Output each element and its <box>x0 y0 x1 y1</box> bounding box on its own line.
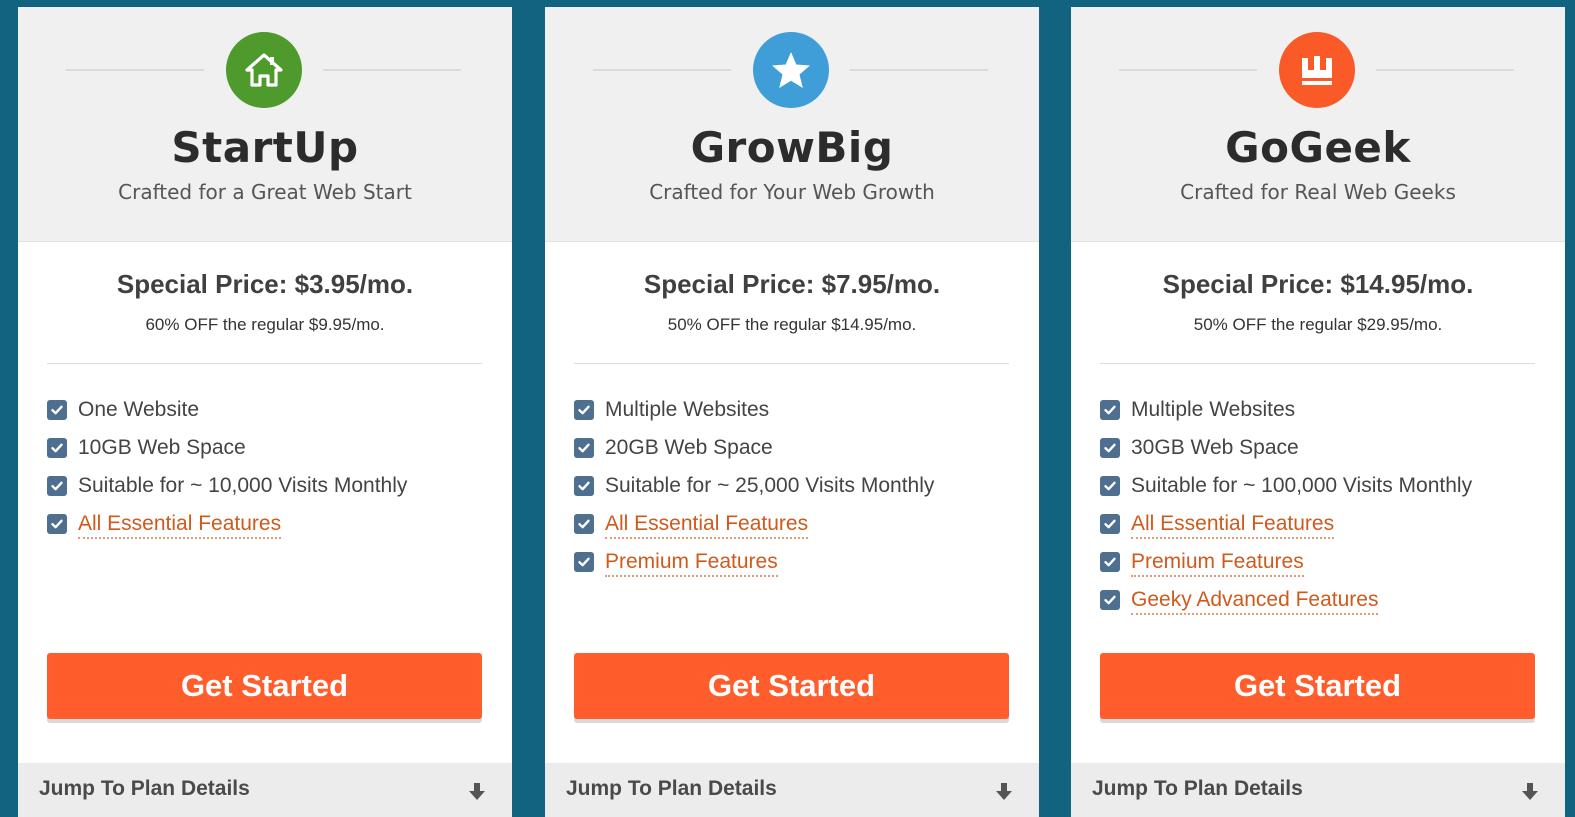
header-divider-right <box>850 69 988 71</box>
feature-link[interactable]: All Essential Features <box>78 511 282 539</box>
checkbox-checked-icon <box>1100 438 1120 458</box>
special-price: Special Price: $14.95/mo. <box>1162 269 1474 299</box>
plan-tagline: Crafted for a Great Web Start <box>118 180 412 204</box>
checkbox-checked-icon <box>47 400 67 420</box>
header-divider-left <box>1119 69 1257 71</box>
discount-note: 60% OFF the regular $9.95/mo. <box>145 315 385 334</box>
checkbox-checked-icon <box>574 552 594 572</box>
arrow-down-icon <box>469 783 485 800</box>
price-divider <box>1100 363 1535 364</box>
checkbox-checked-icon <box>574 438 594 458</box>
feature-item: 20GB Web Space <box>574 435 1014 473</box>
feature-text: Multiple Websites <box>605 398 770 421</box>
plan-tagline: Crafted for Real Web Geeks <box>1180 180 1456 204</box>
feature-text: 30GB Web Space <box>1131 436 1299 459</box>
feature-text: One Website <box>78 398 200 421</box>
feature-text: 10GB Web Space <box>78 436 246 459</box>
feature-item: All Essential Features <box>574 511 1014 549</box>
feature-item: Premium Features <box>574 549 1014 587</box>
feature-link[interactable]: Geeky Advanced Features <box>1131 587 1379 615</box>
checkbox-checked-icon <box>574 400 594 420</box>
feature-item: All Essential Features <box>47 511 487 549</box>
feature-item: 30GB Web Space <box>1100 435 1540 473</box>
feature-item: Suitable for ~ 100,000 Visits Monthly <box>1100 473 1540 511</box>
feature-text: Suitable for ~ 100,000 Visits Monthly <box>1131 474 1473 497</box>
jump-to-plan-details-label: Jump To Plan Details <box>1092 777 1303 800</box>
get-started-button[interactable]: Get Started <box>574 653 1009 719</box>
feature-item: Suitable for ~ 10,000 Visits Monthly <box>47 473 487 511</box>
feature-link[interactable]: All Essential Features <box>1131 511 1335 539</box>
feature-text: 20GB Web Space <box>605 436 773 459</box>
discount-note: 50% OFF the regular $14.95/mo. <box>667 315 917 334</box>
discount-note: 50% OFF the regular $29.95/mo. <box>1193 315 1443 334</box>
feature-item: All Essential Features <box>1100 511 1540 549</box>
plan-card-gogeek: GoGeek Crafted for Real Web Geeks Specia… <box>1071 7 1565 817</box>
get-started-button[interactable]: Get Started <box>47 653 482 719</box>
checkbox-checked-icon <box>1100 476 1120 496</box>
feature-link[interactable]: All Essential Features <box>605 511 809 539</box>
plan-header: StartUp Crafted for a Great Web Start <box>18 7 512 242</box>
plan-card-growbig: GrowBig Crafted for Your Web Growth Spec… <box>545 7 1039 817</box>
plan-tagline: Crafted for Your Web Growth <box>649 180 935 204</box>
house-icon <box>226 32 302 108</box>
header-divider-right <box>1376 69 1514 71</box>
feature-item: Geeky Advanced Features <box>1100 587 1540 625</box>
feature-text: Suitable for ~ 25,000 Visits Monthly <box>605 474 935 497</box>
star-icon <box>753 32 829 108</box>
special-price: Special Price: $7.95/mo. <box>643 269 941 299</box>
feature-link[interactable]: Premium Features <box>1131 549 1304 577</box>
header-divider-right <box>323 69 461 71</box>
feature-list: One Website 10GB Web Space Suitable for ~ … <box>47 397 487 549</box>
checkbox-checked-icon <box>1100 514 1120 534</box>
checkbox-checked-icon <box>574 514 594 534</box>
feature-item: One Website <box>47 397 487 435</box>
header-divider-left <box>66 69 204 71</box>
plan-header: GoGeek Crafted for Real Web Geeks <box>1071 7 1565 242</box>
get-started-button[interactable]: Get Started <box>1100 653 1535 719</box>
plan-card-startup: StartUp Crafted for a Great Web Start Sp… <box>18 7 512 817</box>
header-divider-left <box>593 69 731 71</box>
jump-to-plan-details-label: Jump To Plan Details <box>39 777 250 800</box>
jump-to-plan-details[interactable]: Jump To Plan Details <box>545 763 1039 817</box>
plan-header: GrowBig Crafted for Your Web Growth <box>545 7 1039 242</box>
jump-to-plan-details[interactable]: Jump To Plan Details <box>18 763 512 817</box>
arrow-down-icon <box>1522 783 1538 800</box>
feature-list: Multiple Websites 30GB Web Space Suitable … <box>1100 397 1540 625</box>
plan-name: GoGeek <box>1225 123 1411 172</box>
feature-list: Multiple Websites 20GB Web Space Suitable … <box>574 397 1014 587</box>
plan-name: GrowBig <box>690 123 894 172</box>
feature-item: Premium Features <box>1100 549 1540 587</box>
arrow-down-icon <box>996 783 1012 800</box>
feature-link[interactable]: Premium Features <box>605 549 778 577</box>
checkbox-checked-icon <box>1100 590 1120 610</box>
price-divider <box>47 363 482 364</box>
checkbox-checked-icon <box>47 476 67 496</box>
jump-to-plan-details-label: Jump To Plan Details <box>566 777 777 800</box>
checkbox-checked-icon <box>47 514 67 534</box>
checkbox-checked-icon <box>47 438 67 458</box>
feature-item: Suitable for ~ 25,000 Visits Monthly <box>574 473 1014 511</box>
feature-text: Suitable for ~ 10,000 Visits Monthly <box>78 474 408 497</box>
jump-to-plan-details[interactable]: Jump To Plan Details <box>1071 763 1565 817</box>
price-divider <box>574 363 1009 364</box>
feature-item: 10GB Web Space <box>47 435 487 473</box>
special-price: Special Price: $3.95/mo. <box>116 269 414 299</box>
feature-text: Multiple Websites <box>1131 398 1296 421</box>
plan-name: StartUp <box>171 123 359 172</box>
crown-icon <box>1279 32 1355 108</box>
feature-item: Multiple Websites <box>1100 397 1540 435</box>
feature-item: Multiple Websites <box>574 397 1014 435</box>
checkbox-checked-icon <box>1100 552 1120 572</box>
checkbox-checked-icon <box>1100 400 1120 420</box>
checkbox-checked-icon <box>574 476 594 496</box>
